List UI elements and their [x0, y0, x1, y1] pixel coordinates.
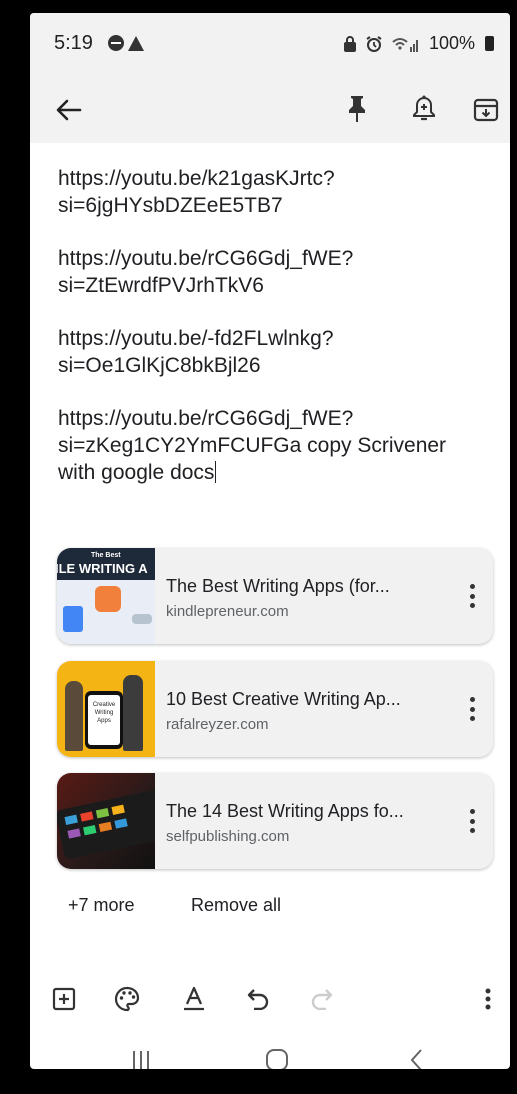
- status-time: 5:19: [54, 32, 93, 54]
- alarm-icon: [366, 35, 382, 52]
- link-title: The 14 Best Writing Apps fo...: [166, 801, 404, 821]
- link-card[interactable]: The 14 Best Writing Apps fo... selfpubli…: [57, 773, 493, 869]
- home-icon[interactable]: [262, 1045, 292, 1069]
- link-card[interactable]: Creative Writing Apps 10 Best Creative W…: [57, 661, 493, 757]
- phone-screen: 5:19 100% https://youtu.be/k21gasKJrtc?s…: [30, 13, 510, 1069]
- top-app-bar: 5:19 100%: [30, 13, 510, 143]
- system-nav-bar: [30, 1041, 510, 1069]
- undo-icon[interactable]: [242, 983, 274, 1015]
- more-vert-icon[interactable]: [472, 983, 504, 1015]
- lock-icon: [343, 35, 356, 52]
- docs-logo-icon: [63, 606, 83, 632]
- note-body[interactable]: https://youtu.be/k21gasKJrtc?si=6jgHYsbD…: [58, 165, 488, 512]
- add-box-icon[interactable]: [48, 983, 80, 1015]
- link-card[interactable]: The Best ILE WRITING A The Best Writing …: [57, 548, 493, 644]
- do-not-disturb-icon: [108, 35, 124, 51]
- app-tile: [114, 818, 128, 829]
- battery-icon: [485, 36, 494, 51]
- app-tile: [111, 804, 125, 815]
- more-vert-icon[interactable]: [469, 809, 475, 833]
- reminder-bell-icon[interactable]: [408, 91, 440, 127]
- pin-icon[interactable]: [341, 91, 373, 127]
- wifi-signal-icon: [392, 37, 418, 52]
- link-title: The Best Writing Apps (for...: [166, 576, 390, 596]
- thumb-text: Creative Writing Apps: [88, 695, 120, 745]
- more-links-button[interactable]: +7 more: [68, 895, 135, 916]
- app-tile: [80, 811, 94, 822]
- remove-all-button[interactable]: Remove all: [191, 895, 281, 916]
- recents-icon[interactable]: [126, 1045, 156, 1069]
- app-logo-icon: [95, 586, 121, 612]
- palette-icon[interactable]: [111, 983, 143, 1015]
- more-vert-icon[interactable]: [469, 697, 475, 721]
- link-actions: +7 more Remove all: [30, 895, 510, 925]
- redo-icon: [306, 983, 338, 1015]
- thumb-small-text: The Best: [91, 552, 121, 559]
- decor-icon: [132, 614, 152, 624]
- link-thumbnail: [57, 773, 155, 869]
- text-cursor: [215, 461, 217, 483]
- alert-icon: [128, 35, 144, 51]
- note-toolbar: [30, 79, 510, 139]
- more-vert-icon[interactable]: [469, 584, 475, 608]
- person-figure-icon: [65, 681, 83, 751]
- archive-icon[interactable]: [470, 93, 502, 127]
- status-bar: 5:19 100%: [30, 13, 510, 69]
- battery-percent: 100%: [428, 33, 475, 53]
- app-tile: [98, 821, 113, 833]
- app-tile: [95, 807, 110, 819]
- link-thumbnail: The Best ILE WRITING A: [57, 548, 155, 644]
- phone-graphic: Creative Writing Apps: [85, 691, 123, 749]
- back-arrow-icon[interactable]: [52, 93, 86, 127]
- text-format-icon[interactable]: [178, 983, 210, 1015]
- bottom-toolbar: [30, 983, 510, 1033]
- app-tile: [64, 814, 78, 825]
- app-tile: [67, 828, 81, 839]
- system-icons: 100%: [343, 33, 494, 54]
- link-domain: selfpublishing.com: [166, 828, 290, 845]
- link-domain: rafalreyzer.com: [166, 716, 269, 733]
- link-thumbnail: Creative Writing Apps: [57, 661, 155, 757]
- link-title: 10 Best Creative Writing Ap...: [166, 689, 401, 709]
- note-paragraph: https://youtu.be/k21gasKJrtc?si=6jgHYsbD…: [58, 167, 335, 217]
- note-paragraph-text: https://youtu.be/rCG6Gdj_fWE?si=zKeg1CY2…: [58, 407, 447, 484]
- back-icon[interactable]: [402, 1045, 432, 1069]
- notification-icons: [108, 35, 144, 51]
- note-paragraph: https://youtu.be/rCG6Gdj_fWE?si=ZtEwrdfP…: [58, 247, 354, 297]
- thumb-text: ILE WRITING A: [57, 561, 148, 576]
- note-paragraph-last: https://youtu.be/rCG6Gdj_fWE?si=zKeg1CY2…: [58, 405, 488, 486]
- tablet-graphic: [57, 788, 155, 860]
- app-tile: [83, 825, 97, 836]
- person-figure-icon: [123, 675, 143, 751]
- note-paragraph: https://youtu.be/-fd2FLwlnkg?si=Oe1GlKjC…: [58, 327, 334, 377]
- link-domain: kindlepreneur.com: [166, 603, 289, 620]
